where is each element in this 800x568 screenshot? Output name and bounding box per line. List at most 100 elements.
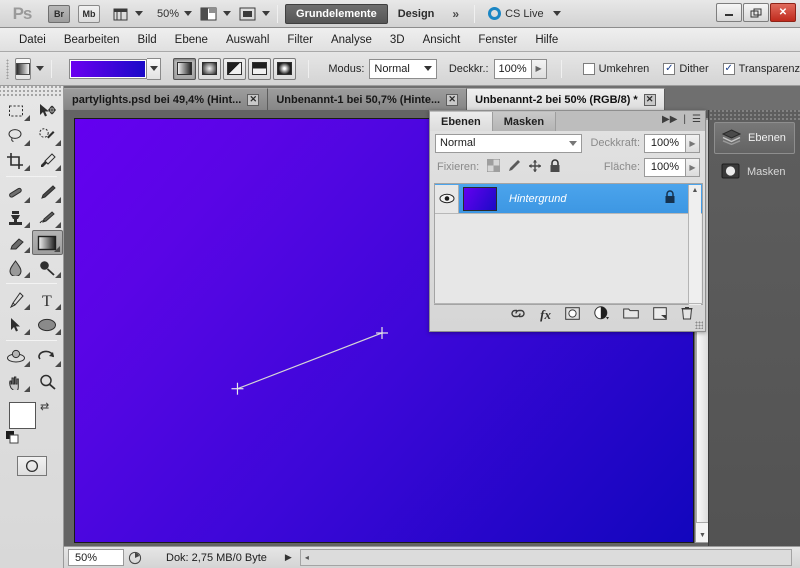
pen-tool[interactable] <box>0 287 32 312</box>
blur-tool[interactable] <box>0 255 32 280</box>
menu-3d[interactable]: 3D <box>381 31 414 49</box>
lock-transparent-pixels-icon[interactable] <box>486 158 501 175</box>
status-info-icon[interactable] <box>124 551 146 565</box>
document-tab-partylights[interactable]: partylights.psd bei 49,4% (Hint... ✕ <box>64 88 269 110</box>
transparenz-checkbox[interactable]: ✓ <box>722 62 735 75</box>
layer-visibility-toggle[interactable] <box>435 184 459 213</box>
layer-thumbnail[interactable] <box>463 186 497 211</box>
close-icon[interactable]: ✕ <box>643 93 656 106</box>
view-extras-chevron-down-icon[interactable] <box>135 11 143 16</box>
umkehren-checkbox-row[interactable]: Umkehren <box>582 62 649 75</box>
menu-hilfe[interactable]: Hilfe <box>526 31 567 49</box>
toolbox-grip[interactable] <box>0 86 63 98</box>
menu-ansicht[interactable]: Ansicht <box>414 31 470 49</box>
lock-position-move-icon[interactable] <box>528 159 542 176</box>
opacity-stepper-icon[interactable]: ▶ <box>531 58 547 79</box>
workspace-more-chevrons-icon[interactable]: » <box>444 7 467 21</box>
diamond-gradient-button[interactable] <box>273 57 297 80</box>
zoom-chevron-down-icon[interactable] <box>184 11 193 16</box>
menu-fenster[interactable]: Fenster <box>469 31 526 49</box>
new-group-folder-icon[interactable] <box>623 307 639 322</box>
arrange-documents-icon[interactable] <box>198 5 218 23</box>
menu-ebene[interactable]: Ebene <box>166 31 217 49</box>
tab-ebenen[interactable]: Ebenen <box>430 112 493 131</box>
workspace-design-tab[interactable]: Design <box>388 4 445 24</box>
ellipse-shape-tool[interactable] <box>32 312 64 337</box>
add-layer-mask-icon[interactable] <box>565 306 580 323</box>
layer-fill-stepper-icon[interactable]: ▶ <box>686 157 700 177</box>
tool-preset-chevron-down-icon[interactable] <box>36 66 45 71</box>
mini-bridge-button[interactable]: Mb <box>78 4 100 23</box>
dither-checkbox-row[interactable]: ✓ Dither <box>663 62 709 75</box>
options-bar-grip[interactable] <box>6 58 10 79</box>
crop-tool[interactable] <box>0 148 32 173</box>
reflected-gradient-button[interactable] <box>248 57 272 80</box>
dock-grip[interactable] <box>709 110 800 120</box>
bridge-button[interactable]: Br <box>48 4 70 23</box>
restore-button[interactable] <box>743 3 769 22</box>
cs-live-button[interactable]: CS Live <box>488 7 561 20</box>
eraser-tool[interactable] <box>0 230 32 255</box>
view-extras-icon[interactable] <box>110 5 130 23</box>
layer-opacity-stepper-icon[interactable]: ▶ <box>686 133 700 153</box>
delete-layer-trash-icon[interactable] <box>681 306 693 323</box>
menu-datei[interactable]: Datei <box>10 31 55 49</box>
layer-fill-input[interactable]: 100% <box>644 157 686 177</box>
document-tab-unbenannt-1[interactable]: Unbenannt-1 bei 50,7% (Hinte... ✕ <box>268 88 468 110</box>
close-icon[interactable]: ✕ <box>446 93 459 106</box>
rectangular-marquee-tool[interactable] <box>0 98 32 123</box>
path-selection-tool[interactable] <box>0 312 32 337</box>
angle-gradient-button[interactable] <box>223 57 247 80</box>
close-icon[interactable]: ✕ <box>247 93 260 106</box>
new-layer-icon[interactable] <box>653 306 667 323</box>
dither-checkbox[interactable]: ✓ <box>663 62 676 75</box>
dodge-tool[interactable] <box>32 255 64 280</box>
gradient-picker-chevron-down-icon[interactable] <box>147 57 162 80</box>
link-layers-icon[interactable] <box>510 308 526 322</box>
layer-list-scrollbar[interactable]: ▲ <box>688 185 701 305</box>
arrange-chevron-down-icon[interactable] <box>223 11 232 16</box>
cs-live-chevron-down-icon[interactable] <box>552 11 561 16</box>
screen-mode-icon[interactable] <box>237 5 257 23</box>
orbit-3d-camera-tool[interactable] <box>32 344 64 369</box>
workspace-grundelemente-tab[interactable]: Grundelemente <box>285 3 388 24</box>
opacity-input[interactable]: 100% <box>493 58 532 79</box>
clone-stamp-tool[interactable] <box>0 205 32 230</box>
menu-bearbeiten[interactable]: Bearbeiten <box>55 31 129 49</box>
healing-brush-tool[interactable] <box>0 180 32 205</box>
brush-tool[interactable] <box>32 180 64 205</box>
menu-analyse[interactable]: Analyse <box>322 31 381 49</box>
collapse-panel-icon[interactable]: ▶▶ <box>662 114 677 125</box>
minimize-button[interactable] <box>716 3 742 22</box>
status-zoom-input[interactable]: 50% <box>68 549 124 566</box>
umkehren-checkbox[interactable] <box>582 62 595 75</box>
foreground-color-swatch[interactable] <box>9 402 36 429</box>
document-tab-unbenannt-2[interactable]: Unbenannt-2 bei 50% (RGB/8) * ✕ <box>467 88 665 110</box>
tool-preset-picker[interactable] <box>15 57 32 80</box>
dock-item-ebenen[interactable]: Ebenen <box>714 122 795 154</box>
screen-mode-chevron-down-icon[interactable] <box>262 11 271 16</box>
type-tool[interactable]: T <box>32 287 64 312</box>
layer-opacity-input[interactable]: 100% <box>644 133 686 153</box>
gradient-tool[interactable] <box>31 230 63 255</box>
layer-style-fx-icon[interactable]: fx <box>540 307 551 323</box>
lasso-tool[interactable] <box>0 123 32 148</box>
panel-resize-handle[interactable] <box>695 321 703 329</box>
status-expand-arrow-icon[interactable]: ▶ <box>285 552 292 563</box>
radial-gradient-button[interactable] <box>198 57 222 80</box>
layer-blend-mode-select[interactable]: Normal <box>435 133 583 153</box>
menu-auswahl[interactable]: Auswahl <box>217 31 278 49</box>
eyedropper-tool[interactable] <box>32 148 64 173</box>
dock-item-masken[interactable]: Masken <box>714 156 795 188</box>
lock-image-pixels-brush-icon[interactable] <box>507 159 521 175</box>
scroll-up-arrow-icon[interactable]: ▲ <box>689 187 701 194</box>
lock-all-icon[interactable] <box>549 158 561 176</box>
gradient-preview-swatch[interactable] <box>69 58 148 79</box>
quick-selection-tool[interactable] <box>32 123 64 148</box>
panel-menu-icon[interactable]: ☰ <box>692 114 701 125</box>
quick-mask-button[interactable] <box>16 456 47 476</box>
history-brush-tool[interactable] <box>32 205 64 230</box>
linear-gradient-button[interactable] <box>173 57 197 80</box>
hand-tool[interactable] <box>0 369 32 394</box>
rotate-3d-tool[interactable] <box>0 344 32 369</box>
